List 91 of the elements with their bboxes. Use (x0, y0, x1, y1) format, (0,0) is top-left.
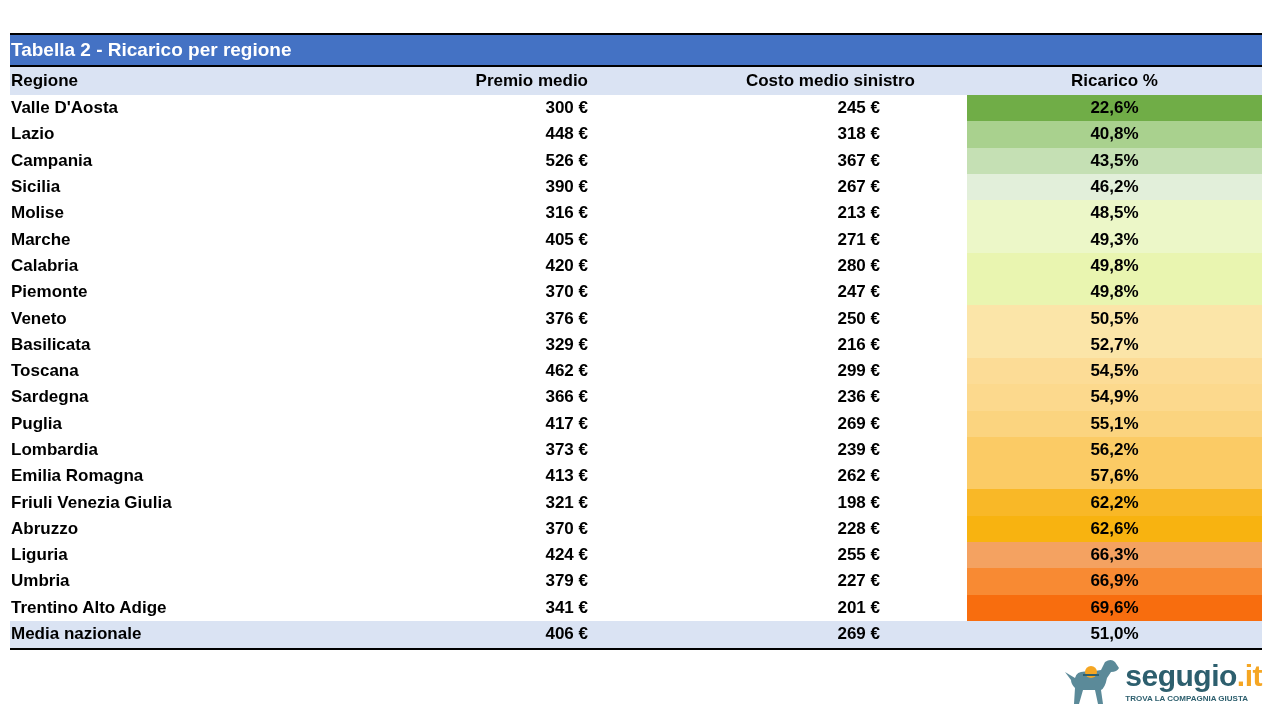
table-cell-text: 228 € (836, 517, 881, 540)
table-cell: 62,2% (967, 489, 1262, 516)
table-cell-text: Sicilia (10, 176, 62, 199)
column-header: Regione (10, 67, 400, 95)
table-cell-text: 300 € (544, 97, 589, 120)
table-cell-text: 376 € (544, 307, 589, 330)
column-header: Costo medio sinistro (600, 67, 967, 95)
table-cell-text: 201 € (836, 596, 881, 619)
summary-cell: 51,0% (967, 620, 1262, 650)
table-cell: 40,8% (967, 121, 1262, 148)
table-cell-text: 250 € (836, 307, 881, 330)
table-cell-text: 247 € (836, 281, 881, 304)
table-cell-text: Veneto (10, 307, 68, 330)
table-cell-text: Basilicata (10, 333, 92, 356)
table-cell-text: 413 € (544, 465, 589, 488)
table-cell-text: Piemonte (10, 281, 89, 304)
table-cell: 49,8% (967, 279, 1262, 306)
column-header: Premio medio (400, 67, 600, 95)
table-cell-text: Calabria (10, 254, 80, 277)
table-cell-text: 316 € (544, 202, 589, 225)
logo-tagline: TROVA LA COMPAGNIA GIUSTA (1125, 693, 1249, 703)
table-cell: 49,3% (967, 226, 1262, 253)
summary-cell: Media nazionale (10, 620, 400, 650)
table-cell-text: 405 € (544, 228, 589, 251)
table-cell: 55,1% (967, 410, 1262, 437)
table-cell-text: 366 € (544, 386, 589, 409)
table-cell: 49,8% (967, 252, 1262, 280)
table-cell-text: 236 € (836, 386, 881, 409)
table-cell-text: 269 € (836, 412, 881, 435)
table-cell-text: 417 € (544, 412, 589, 435)
table-cell-text: 245 € (836, 97, 881, 120)
table-cell-text: 280 € (836, 254, 881, 277)
table-cell-text: 526 € (544, 149, 589, 172)
table-cell: 48,5% (967, 200, 1262, 227)
summary-cell: 269 € (600, 620, 967, 650)
table-cell-text: 420 € (544, 254, 589, 277)
table-cell-text: Sardegna (10, 386, 90, 409)
table-cell-text: Puglia (10, 412, 63, 435)
table-cell-text: 271 € (836, 228, 881, 251)
table-cell-text: Campania (10, 149, 94, 172)
table-cell: 22,6% (967, 95, 1262, 122)
table-cell-text: Marche (10, 228, 72, 251)
table-cell-text: 373 € (544, 439, 589, 461)
table-cell-text: 321 € (544, 491, 589, 514)
table-cell: 54,9% (967, 384, 1262, 411)
table-cell-text: Molise (10, 202, 65, 225)
table-cell-text: Lombardia (10, 439, 99, 461)
table-cell-text: 318 € (836, 123, 881, 146)
table-cell-text: Trentino Alto Adige (10, 596, 168, 619)
table-cell: 62,6% (967, 515, 1262, 543)
table-cell-text: 299 € (836, 360, 881, 383)
table-cell-text: Liguria (10, 544, 69, 567)
table-cell-text: 216 € (836, 333, 881, 356)
table-cell: 54,5% (967, 357, 1262, 385)
table-cell-text: Emilia Romagna (10, 465, 145, 488)
table-cell-text: 262 € (836, 465, 881, 488)
table-cell-text: Friuli Venezia Giulia (10, 491, 173, 514)
table-cell-text: 367 € (836, 149, 881, 172)
table-cell-text: 227 € (836, 570, 881, 593)
summary-cell: 406 € (400, 620, 600, 650)
table-title: Tabella 2 - Ricarico per regione (10, 33, 1262, 67)
table-cell: 43,5% (967, 147, 1262, 174)
table-cell: 66,9% (967, 568, 1262, 595)
table-cell-text: 448 € (544, 123, 589, 146)
table-cell-text: 213 € (836, 202, 881, 225)
table-cell-text: 370 € (544, 517, 589, 540)
table-cell-text: 462 € (544, 360, 589, 383)
table-cell-text: 341 € (544, 596, 589, 619)
table-cell-text: Toscana (10, 360, 80, 383)
table-cell: 46,2% (967, 173, 1262, 201)
table-cell-text: 267 € (836, 176, 881, 199)
table-cell-text: Valle D'Aosta (10, 97, 120, 120)
table-cell: 69,6% (967, 594, 1262, 621)
table-cell-text: 370 € (544, 281, 589, 304)
column-header: Ricarico % (967, 67, 1262, 95)
table-cell: 66,3% (967, 542, 1262, 569)
table-cell-text: 255 € (836, 544, 881, 567)
table-cell-text: Umbria (10, 570, 71, 593)
table-cell-text: 424 € (544, 544, 589, 567)
table-cell: 50,5% (967, 305, 1262, 332)
table-cell: 52,7% (967, 331, 1262, 358)
table-cell-text: 198 € (836, 491, 881, 514)
table-cell-text: 239 € (836, 439, 881, 461)
table-cell-text: Lazio (10, 123, 56, 146)
table-cell-text: 390 € (544, 176, 589, 199)
table-cell-text: 379 € (544, 570, 589, 593)
table-cell-text: 329 € (544, 333, 589, 356)
table-cell: 56,2% (967, 436, 1262, 464)
logo-wordmark: segugio.it (1125, 660, 1262, 691)
table-cell-text: Abruzzo (10, 517, 80, 540)
table-cell: 57,6% (967, 463, 1262, 490)
